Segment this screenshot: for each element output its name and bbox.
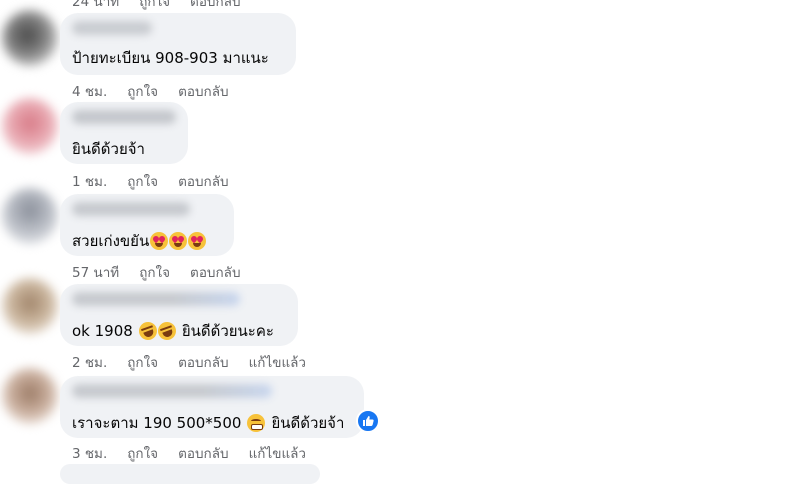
comment-meta: 4 ชม. ถูกใจ ตอบกลับ: [72, 80, 229, 102]
commenter-name-blurred[interactable]: [72, 292, 240, 306]
reply-link[interactable]: ตอบกลับ: [178, 442, 228, 464]
avatar[interactable]: [2, 98, 58, 154]
comment-text: สวยเก่งขยัน: [72, 229, 207, 253]
like-link[interactable]: ถูกใจ: [127, 442, 158, 464]
comment-text: ยินดีด้วยจ้า: [72, 140, 145, 158]
comment-text: ป้ายทะเบียน 908-903 มาแนะ: [72, 49, 269, 67]
like-link[interactable]: ถูกใจ: [139, 0, 170, 12]
commenter-name-blurred[interactable]: [72, 384, 272, 398]
comment-meta: 1 ชม. ถูกใจ ตอบกลับ: [72, 170, 229, 192]
heart-eyes-emoji-icon: [188, 232, 207, 250]
comment-bubble: ok 1908 ยินดีด้วยนะคะ: [60, 284, 298, 346]
reply-link[interactable]: ตอบกลับ: [178, 351, 228, 373]
comment-text-part: ยินดีด้วยจ้า: [271, 414, 345, 432]
comment-meta: 57 นาที ถูกใจ ตอบกลับ: [72, 261, 241, 283]
comment-time: 24 นาที: [72, 0, 120, 10]
comment-bubble: สวยเก่งขยัน: [60, 194, 234, 256]
reply-link[interactable]: ตอบกลับ: [178, 170, 228, 192]
comment-text-part: ยินดีด้วยนะคะ: [181, 322, 274, 340]
comment-meta: 2 ชม. ถูกใจ ตอบกลับ แก้ไขแล้ว: [72, 351, 306, 373]
comment-bubble: ยินดีด้วยจ้า: [60, 102, 188, 164]
comment-meta: 3 ชม. ถูกใจ ตอบกลับ แก้ไขแล้ว: [72, 442, 306, 464]
laughing-emoji-icon: [136, 319, 160, 343]
edited-label: แก้ไขแล้ว: [248, 355, 307, 371]
commenter-name-blurred[interactable]: [72, 21, 152, 35]
like-reaction-badge[interactable]: [356, 409, 380, 433]
avatar[interactable]: [2, 278, 58, 334]
like-link[interactable]: ถูกใจ: [127, 170, 158, 192]
avatar[interactable]: [2, 368, 58, 424]
comment-time: 57 นาที: [72, 265, 120, 281]
heart-eyes-emoji-icon: [150, 232, 169, 250]
grinning-emoji-icon: [247, 414, 266, 432]
commenter-name-blurred[interactable]: [72, 110, 176, 124]
comment-text-content: สวยเก่งขยัน: [72, 232, 150, 250]
comment-text-part: เราจะตาม 190 500*500: [72, 414, 242, 432]
like-link[interactable]: ถูกใจ: [127, 80, 158, 102]
comment-time: 4 ชม.: [72, 84, 108, 100]
avatar[interactable]: [2, 188, 58, 244]
comment-time: 3 ชม.: [72, 446, 108, 462]
comment-bubble: ป้ายทะเบียน 908-903 มาแนะ: [60, 13, 296, 75]
top-comment-meta: 24 นาที ถูกใจ ตอบกลับ: [72, 0, 241, 12]
reply-link[interactable]: ตอบกลับ: [178, 80, 228, 102]
reply-link[interactable]: ตอบกลับ: [190, 0, 240, 12]
comment-time: 2 ชม.: [72, 355, 108, 371]
comment-time: 1 ชม.: [72, 174, 108, 190]
like-link[interactable]: ถูกใจ: [139, 261, 170, 283]
like-thumb-icon: [363, 416, 374, 426]
edited-label: แก้ไขแล้ว: [248, 446, 307, 462]
heart-eyes-emoji-icon: [169, 232, 188, 250]
reply-link[interactable]: ตอบกลับ: [190, 261, 240, 283]
next-comment-bubble-partial: [60, 464, 320, 484]
like-link[interactable]: ถูกใจ: [127, 351, 158, 373]
commenter-name-blurred[interactable]: [72, 202, 190, 216]
comment-text: เราจะตาม 190 500*500 ยินดีด้วยจ้า: [72, 411, 344, 435]
comment-bubble: เราจะตาม 190 500*500 ยินดีด้วยจ้า: [60, 376, 364, 438]
avatar[interactable]: [2, 10, 58, 66]
comment-text: ok 1908 ยินดีด้วยนะคะ: [72, 319, 274, 343]
comment-text-part: ok 1908: [72, 322, 133, 340]
laughing-emoji-icon: [155, 319, 179, 343]
